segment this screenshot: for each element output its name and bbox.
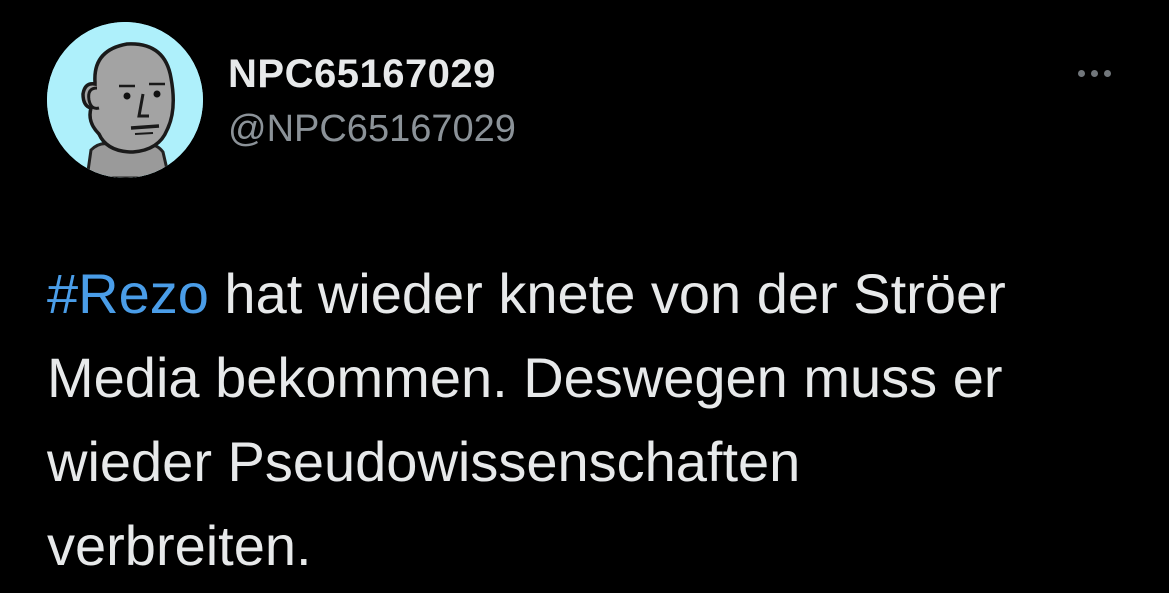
tweet-card: NPC65167029 @NPC65167029 #Rezo hat wiede… (0, 0, 1169, 593)
more-dots-icon (1077, 69, 1085, 77)
npc-face-icon (47, 22, 203, 178)
more-options-button[interactable] (1068, 58, 1120, 88)
hashtag-link[interactable]: #Rezo (47, 262, 209, 325)
more-dots-icon (1103, 69, 1111, 77)
more-dots-icon (1090, 69, 1098, 77)
tweet-line-1-text: hat wieder knete von der Ströer (208, 262, 1006, 325)
tweet-line-3: wieder Pseudowissenschaften (47, 430, 801, 493)
tweet-line-2: Media bekommen. Deswegen muss er (47, 346, 1003, 409)
tweet-line-4: verbreiten. (47, 514, 312, 577)
avatar[interactable] (47, 22, 203, 178)
tweet-text: #Rezo hat wieder knete von der Ströer Me… (47, 252, 1157, 588)
display-name[interactable]: NPC65167029 (228, 50, 496, 98)
user-handle[interactable]: @NPC65167029 (228, 106, 516, 152)
tweet-line-1: #Rezo hat wieder knete von der Ströer (47, 252, 1157, 336)
